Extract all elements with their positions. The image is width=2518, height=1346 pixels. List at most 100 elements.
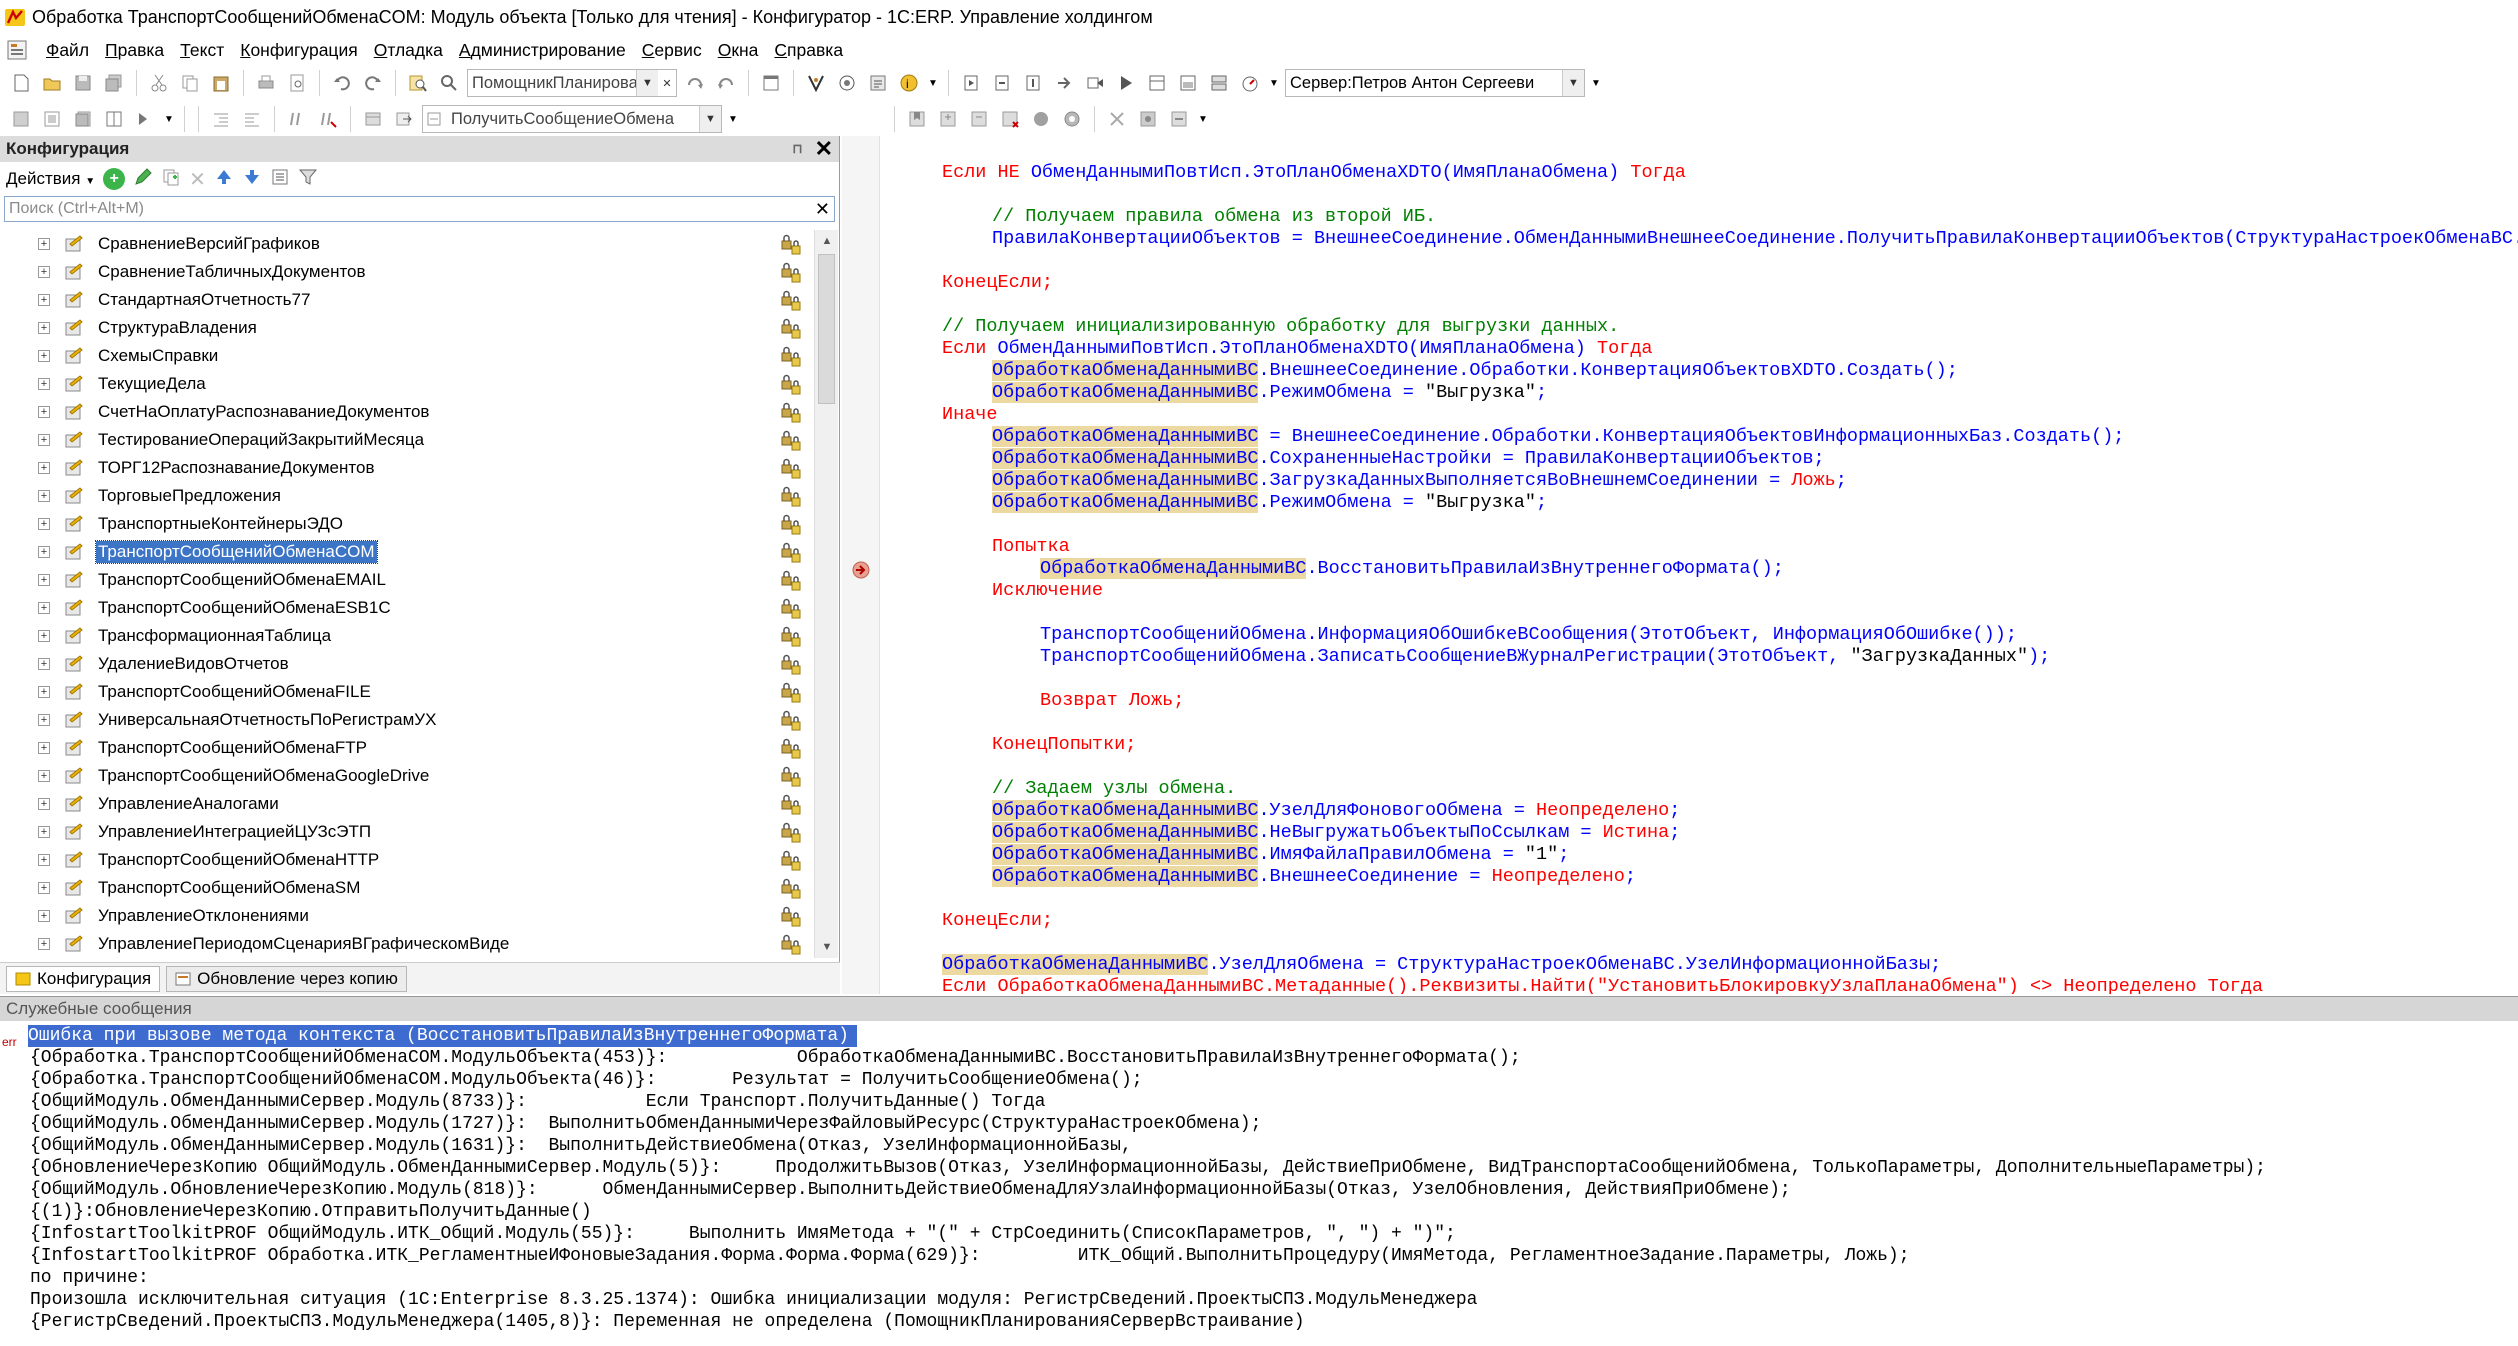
tree-item[interactable]: + УправлениеИнтеграциейЦУЗсЭТП	[0, 818, 814, 846]
copy-item-icon[interactable]	[161, 167, 181, 192]
debug-step-icon[interactable]	[989, 70, 1015, 96]
find-prev-icon[interactable]	[713, 70, 739, 96]
tree-item[interactable]: + УправлениеПериодомСценарияВГрафическомВ…	[0, 930, 814, 958]
expand-icon[interactable]: +	[38, 770, 50, 782]
expand-icon[interactable]: +	[38, 910, 50, 922]
pin-icon[interactable]: ⊓	[792, 141, 802, 157]
sort-icon[interactable]	[270, 167, 290, 192]
debug-start-icon[interactable]	[958, 70, 984, 96]
expand-icon[interactable]: +	[38, 602, 50, 614]
paste-icon[interactable]	[208, 70, 234, 96]
expand-icon[interactable]: +	[38, 434, 50, 446]
expand-icon[interactable]: +	[38, 350, 50, 362]
filter-icon[interactable]	[298, 167, 318, 192]
expand-icon[interactable]: +	[38, 294, 50, 306]
cut-icon[interactable]	[146, 70, 172, 96]
menu-debug[interactable]: Отладка	[366, 40, 451, 61]
tree-item[interactable]: + УправлениеОтклонениями	[0, 902, 814, 930]
tree-item[interactable]: + ТестированиеОперацийЗакрытийМесяца	[0, 426, 814, 454]
indent-icon[interactable]	[208, 106, 234, 132]
tree-item[interactable]: + ТекущиеДела	[0, 370, 814, 398]
tree-item[interactable]: + СравнениеТабличныхДокументов	[0, 258, 814, 286]
menu-configuration[interactable]: Конфигурация	[232, 40, 365, 61]
expand-icon[interactable]: +	[38, 658, 50, 670]
expand-icon[interactable]: +	[38, 546, 50, 558]
search-combo[interactable]: ПомощникПланирова ▼ ✕	[467, 69, 677, 97]
code-editor[interactable]: Если НЕ ОбменДаннымиПовтИсп.ЭтоПланОбмен…	[880, 136, 2518, 994]
tree-item[interactable]: + УдалениеВидовОтчетов	[0, 650, 814, 678]
message-line[interactable]: {(1)}:ОбновлениеЧерезКопию.ОтправитьПолу…	[30, 1201, 592, 1223]
tree-item[interactable]: + СхемыСправки	[0, 342, 814, 370]
undo-icon[interactable]	[329, 70, 355, 96]
bookmark-clear-icon[interactable]	[997, 106, 1023, 132]
chevron-down-icon[interactable]: ▼	[699, 106, 721, 132]
server-dropdown-icon[interactable]: ▼	[1590, 70, 1602, 96]
expand-icon[interactable]: +	[38, 406, 50, 418]
tree-item[interactable]: + ТранспортСообщенийОбменаEMAIL	[0, 566, 814, 594]
find-in-files-icon[interactable]	[405, 70, 431, 96]
measure-performance-icon[interactable]	[1237, 70, 1263, 96]
breakpoints-remove-icon[interactable]	[1104, 106, 1130, 132]
call-stack-icon[interactable]	[1206, 70, 1232, 96]
expand-icon[interactable]: +	[38, 714, 50, 726]
breakpoint-disable-icon[interactable]	[1059, 106, 1085, 132]
actions-menu[interactable]: Действия ▼	[6, 169, 95, 189]
breakpoints-list-icon[interactable]	[1135, 106, 1161, 132]
edit-pencil-icon[interactable]	[133, 167, 153, 192]
expand-icon[interactable]: +	[38, 854, 50, 866]
message-line[interactable]: {ОбновлениеЧерезКопию ОбщийМодуль.ОбменД…	[30, 1157, 2266, 1179]
more-dropdown-icon[interactable]: ▼	[163, 106, 175, 132]
method-combo[interactable]: ПолучитьСообщениеОбмена ▼	[422, 105, 722, 133]
tree-item[interactable]: + ТранспортныеКонтейнерыЭДО	[0, 510, 814, 538]
debug-play-icon[interactable]	[1113, 70, 1139, 96]
tree-item[interactable]: + УправлениеАналогами	[0, 790, 814, 818]
tree-scrollbar[interactable]: ▲ ▼	[814, 230, 838, 958]
menu-service[interactable]: Сервис	[634, 40, 710, 61]
tree-item[interactable]: + СчетНаОплатуРаспознаваниеДокументов	[0, 398, 814, 426]
comment-icon[interactable]	[284, 106, 310, 132]
breakpoint-window-icon[interactable]	[1144, 70, 1170, 96]
outdent-icon[interactable]	[239, 106, 265, 132]
method-dropdown-icon[interactable]: ▼	[727, 106, 739, 132]
save-all-icon[interactable]	[101, 70, 127, 96]
message-line[interactable]: по причине:	[30, 1267, 149, 1289]
expand-icon[interactable]: +	[38, 938, 50, 950]
find-next-icon[interactable]	[682, 70, 708, 96]
tab-update-via-copy[interactable]: Обновление через копию	[166, 965, 407, 992]
clear-icon[interactable]: ✕	[658, 70, 676, 96]
bookmark-next-icon[interactable]	[935, 106, 961, 132]
menu-file[interactable]: Файл	[38, 40, 97, 61]
chevron-down-icon[interactable]: ▼	[1562, 70, 1584, 96]
copy-icon[interactable]	[177, 70, 203, 96]
save-icon[interactable]	[70, 70, 96, 96]
expand-icon[interactable]: +	[38, 266, 50, 278]
close-icon[interactable]: ✕	[815, 138, 833, 160]
expand-icon[interactable]: +	[38, 490, 50, 502]
help-icon[interactable]: i	[896, 70, 922, 96]
quick-select-icon[interactable]	[834, 70, 860, 96]
tree-item[interactable]: + ТранспортСообщенийОбменаGoogleDrive	[0, 762, 814, 790]
tree-item[interactable]: + ТрансформационнаяТаблица	[0, 622, 814, 650]
module-form-icon[interactable]	[39, 106, 65, 132]
tree-item[interactable]: + УниверсальнаяОтчетностьПоРегистрамУХ	[0, 706, 814, 734]
chevron-down-icon[interactable]: ▼	[636, 70, 658, 96]
tree-item[interactable]: + ТранспортСообщенийОбменаFTP	[0, 734, 814, 762]
breakpoints-dropdown-icon[interactable]: ▼	[1197, 106, 1209, 132]
bookmark-icon[interactable]	[904, 106, 930, 132]
message-line[interactable]: {Обработка.ТранспортСообщенийОбменаCOM.М…	[30, 1069, 1143, 1091]
breakpoints-all-icon[interactable]	[1166, 106, 1192, 132]
tree-item[interactable]: + ТОРГ12РаспознаваниеДокументов	[0, 454, 814, 482]
tree-item[interactable]: + ТранспортСообщенийОбменаHTTP	[0, 846, 814, 874]
print-icon[interactable]	[253, 70, 279, 96]
bookmark-prev-icon[interactable]	[966, 106, 992, 132]
more-icon[interactable]	[132, 106, 158, 132]
message-line[interactable]: {ОбщийМодуль.ОбменДаннымиСервер.Модуль(8…	[30, 1091, 1045, 1113]
expand-icon[interactable]: +	[38, 378, 50, 390]
layout-icon[interactable]	[101, 106, 127, 132]
move-up-icon[interactable]	[214, 167, 234, 192]
add-icon[interactable]: +	[103, 168, 126, 190]
tree-item[interactable]: + СтруктураВладения	[0, 314, 814, 342]
help-dropdown-icon[interactable]: ▼	[927, 70, 939, 96]
debug-run-to-icon[interactable]	[1082, 70, 1108, 96]
configuration-search-input[interactable]: Поиск (Ctrl+Alt+M) ✕	[4, 196, 835, 222]
